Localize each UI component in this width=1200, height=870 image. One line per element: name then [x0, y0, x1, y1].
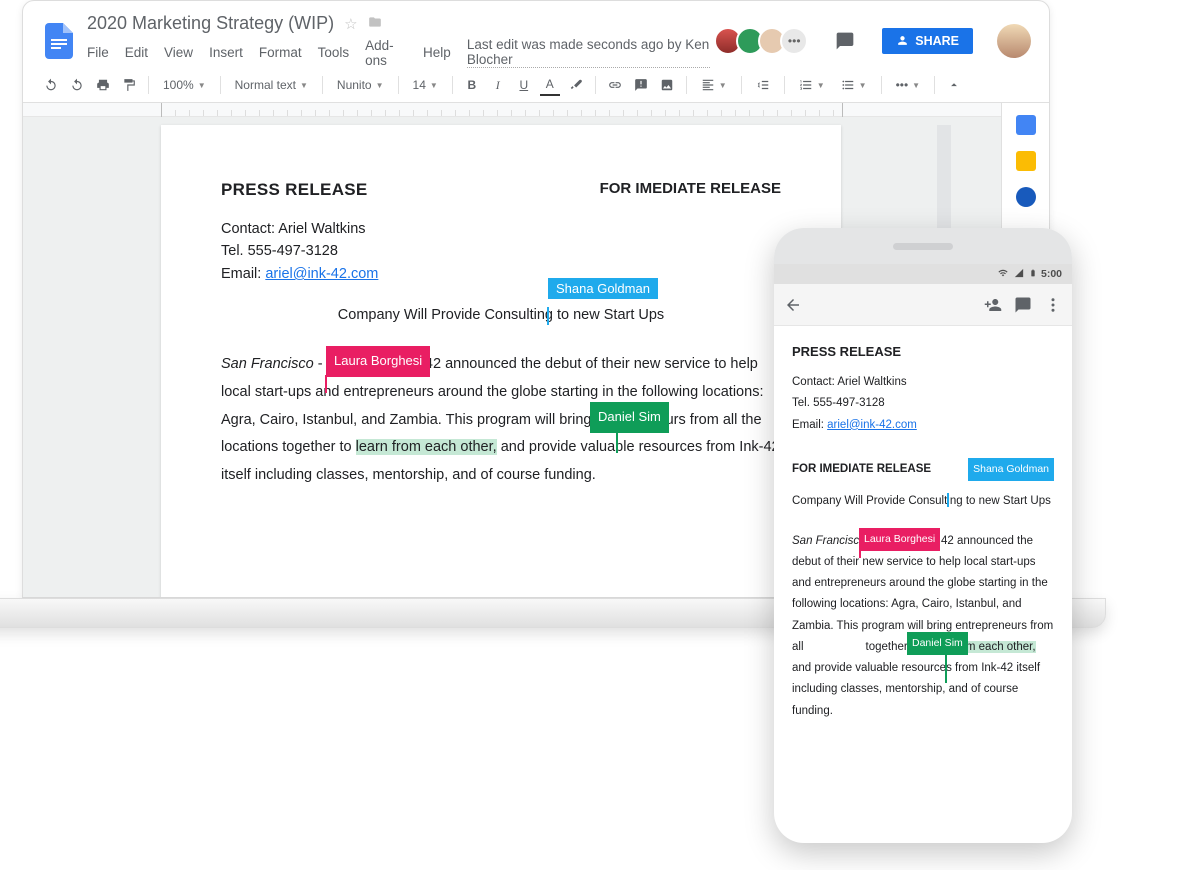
- phone-contact-tel: Tel. 555-497-3128: [792, 393, 1054, 414]
- menu-file[interactable]: File: [87, 45, 109, 60]
- phone-cursor-laura: [859, 544, 861, 558]
- font-size-select[interactable]: 14▼: [408, 78, 443, 92]
- font-select[interactable]: Nunito▼: [332, 78, 389, 92]
- zoom-select[interactable]: 100%▼: [158, 78, 211, 92]
- phone-tag-shana: Shana Goldman: [968, 458, 1054, 481]
- underline-button[interactable]: U: [514, 74, 534, 96]
- phone-document[interactable]: PRESS RELEASE Contact: Ariel Waltkins Te…: [774, 326, 1072, 843]
- collaborator-cursor-shana: [547, 307, 549, 325]
- keep-icon[interactable]: [1016, 151, 1036, 171]
- menu-help[interactable]: Help: [423, 45, 451, 60]
- phone-cursor-shana: [947, 493, 949, 507]
- heading-release-type: FOR IMEDIATE RELEASE: [600, 180, 781, 200]
- phone-subtitle-a: Company Will Provide Consulting: [792, 495, 963, 507]
- menu-view[interactable]: View: [164, 45, 193, 60]
- menu-format[interactable]: Format: [259, 45, 302, 60]
- bullet-list-icon[interactable]: ▼: [836, 78, 872, 92]
- phone-cursor-daniel: [945, 648, 947, 683]
- collaborator-tag-daniel: Daniel Sim: [590, 402, 669, 433]
- collaborator-cursor-laura: [325, 375, 327, 393]
- paragraph-style-select[interactable]: Normal text▼: [230, 78, 313, 92]
- print-icon[interactable]: [93, 74, 113, 96]
- chevron-up-icon[interactable]: [944, 74, 964, 96]
- phone-tag-laura: Laura Borghesi: [859, 528, 940, 551]
- line-spacing-icon[interactable]: [751, 78, 775, 92]
- body-highlight: learn from each other,: [356, 439, 497, 455]
- menu-tools[interactable]: Tools: [318, 45, 350, 60]
- account-avatar[interactable]: [997, 24, 1031, 58]
- phone-device: 5:00 PRESS RELEASE Contact: Ariel Waltki…: [774, 228, 1072, 843]
- document-page[interactable]: PRESS RELEASE FOR IMEDIATE RELEASE Conta…: [161, 125, 841, 598]
- collaborator-cursor-daniel: [616, 431, 618, 453]
- phone-email-link[interactable]: ariel@ink-42.com: [827, 419, 917, 431]
- subtitle-part-b: to new Start Ups: [553, 307, 664, 323]
- undo-icon[interactable]: [41, 74, 61, 96]
- more-icon[interactable]: •••▼: [891, 78, 926, 92]
- tasks-icon[interactable]: [1016, 187, 1036, 207]
- phone-subtitle-b: to new Start Ups: [963, 495, 1051, 507]
- last-edit-status[interactable]: Last edit was made seconds ago by Ken Bl…: [467, 37, 710, 68]
- battery-icon: [1029, 267, 1037, 282]
- italic-button[interactable]: I: [488, 74, 508, 96]
- text-color-button[interactable]: A: [540, 74, 560, 96]
- format-toolbar: 100%▼ Normal text▼ Nunito▼ 14▼ B I U A ▼…: [23, 68, 1049, 103]
- move-icon[interactable]: [368, 15, 382, 33]
- email-label: Email:: [221, 266, 265, 282]
- link-icon[interactable]: [605, 74, 625, 96]
- menu-edit[interactable]: Edit: [125, 45, 148, 60]
- contact-name: Contact: Ariel Waltkins: [221, 218, 781, 240]
- title-area: 2020 Marketing Strategy (WIP) ☆ File Edi…: [87, 13, 710, 68]
- comment-icon[interactable]: [631, 74, 651, 96]
- phone-speaker-area: [774, 228, 1072, 264]
- phone-time: 5:00: [1041, 268, 1062, 280]
- highlight-icon[interactable]: [566, 74, 586, 96]
- phone-body-location: San Francisco: [792, 535, 866, 547]
- document-title[interactable]: 2020 Marketing Strategy (WIP): [87, 13, 334, 34]
- star-icon[interactable]: ☆: [344, 15, 357, 33]
- body-location: San Francisco: [221, 356, 314, 372]
- phone-tag-daniel: Daniel Sim: [907, 632, 968, 655]
- share-button[interactable]: SHARE: [882, 28, 973, 54]
- docs-logo-icon: [41, 23, 77, 59]
- image-icon[interactable]: [657, 74, 677, 96]
- collaborator-tag-shana: Shana Goldman: [548, 278, 658, 299]
- contact-email-link[interactable]: ariel@ink-42.com: [265, 266, 378, 282]
- menu-addons[interactable]: Add-ons: [365, 38, 407, 68]
- header: 2020 Marketing Strategy (WIP) ☆ File Edi…: [23, 1, 1049, 68]
- avatar-more[interactable]: •••: [780, 27, 808, 55]
- redo-icon[interactable]: [67, 74, 87, 96]
- align-select[interactable]: ▼: [696, 78, 732, 92]
- phone-release-type: FOR IMEDIATE RELEASE: [792, 459, 931, 480]
- paint-format-icon[interactable]: [119, 74, 139, 96]
- ruler[interactable]: [23, 103, 1001, 117]
- wifi-icon: [997, 268, 1009, 281]
- menu-insert[interactable]: Insert: [209, 45, 243, 60]
- phone-heading: PRESS RELEASE: [792, 340, 1054, 364]
- collaborator-avatars: •••: [720, 27, 808, 55]
- back-icon[interactable]: [784, 296, 802, 314]
- add-person-icon[interactable]: [984, 296, 1002, 314]
- overflow-icon[interactable]: [1044, 296, 1062, 314]
- share-label: SHARE: [915, 34, 959, 48]
- bold-button[interactable]: B: [462, 74, 482, 96]
- phone-comment-icon[interactable]: [1014, 296, 1032, 314]
- phone-contact-name: Contact: Ariel Waltkins: [792, 372, 1054, 393]
- phone-status-bar: 5:00: [774, 264, 1072, 284]
- numbered-list-icon[interactable]: ▼: [794, 78, 830, 92]
- heading-press-release: PRESS RELEASE: [221, 180, 368, 200]
- phone-body-c: and provide valuable resources from Ink-…: [792, 662, 1040, 717]
- signal-icon: [1013, 268, 1025, 281]
- calendar-icon[interactable]: [1016, 115, 1036, 135]
- contact-tel: Tel. 555-497-3128: [221, 240, 781, 262]
- subtitle-part-a: Company Will Provide Consulting: [338, 307, 553, 323]
- menu-bar: File Edit View Insert Format Tools Add-o…: [87, 37, 710, 68]
- collaborator-tag-laura: Laura Borghesi: [326, 346, 430, 377]
- phone-app-bar: [774, 284, 1072, 326]
- comments-icon[interactable]: [830, 26, 860, 56]
